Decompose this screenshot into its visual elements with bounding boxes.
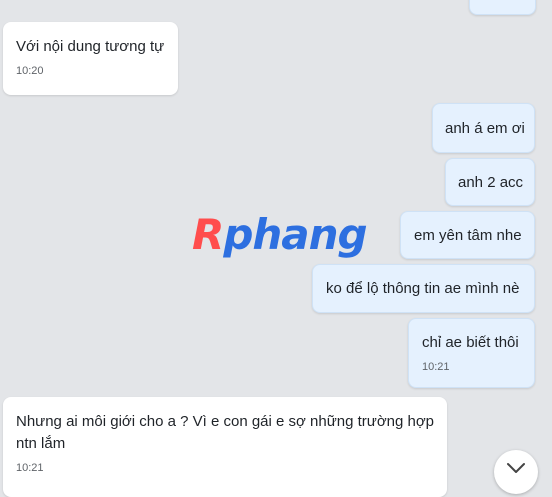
message-text: Nhưng ai môi giới cho a ? Vì e con gái e… (16, 413, 435, 452)
message-text: em yên tâm nhe (414, 227, 522, 244)
message-bubble-outgoing[interactable]: ko để lộ thông tin ae mình nè (312, 264, 535, 313)
message-bubble-outgoing[interactable]: anh á em ơi (432, 103, 535, 153)
watermark-part2: phang (223, 210, 367, 259)
chevron-down-icon (507, 463, 525, 473)
message-time: 10:20 (16, 65, 44, 77)
scroll-to-bottom-button[interactable] (494, 450, 538, 494)
watermark-logo: Rphang (192, 210, 368, 260)
message-text: anh 2 acc (458, 174, 524, 191)
message-bubble-outgoing[interactable] (469, 0, 536, 15)
watermark-part1: R (192, 210, 224, 259)
message-time: 10:21 (16, 462, 44, 474)
message-text: anh á em ơi (445, 120, 525, 137)
message-text: Với nội dung tương tự (16, 38, 165, 55)
message-text: chỉ ae biết thôi (422, 334, 519, 351)
message-text: ko để lộ thông tin ae mình nè (326, 280, 520, 297)
message-bubble-outgoing[interactable]: chỉ ae biết thôi 10:21 (408, 318, 535, 388)
message-bubble-outgoing[interactable]: anh 2 acc (445, 158, 535, 206)
message-bubble-incoming[interactable]: Với nội dung tương tự 10:20 (3, 22, 178, 95)
message-bubble-outgoing[interactable]: em yên tâm nhe (400, 211, 535, 259)
message-bubble-incoming[interactable]: Nhưng ai môi giới cho a ? Vì e con gái e… (3, 397, 447, 497)
message-time: 10:21 (422, 361, 450, 373)
